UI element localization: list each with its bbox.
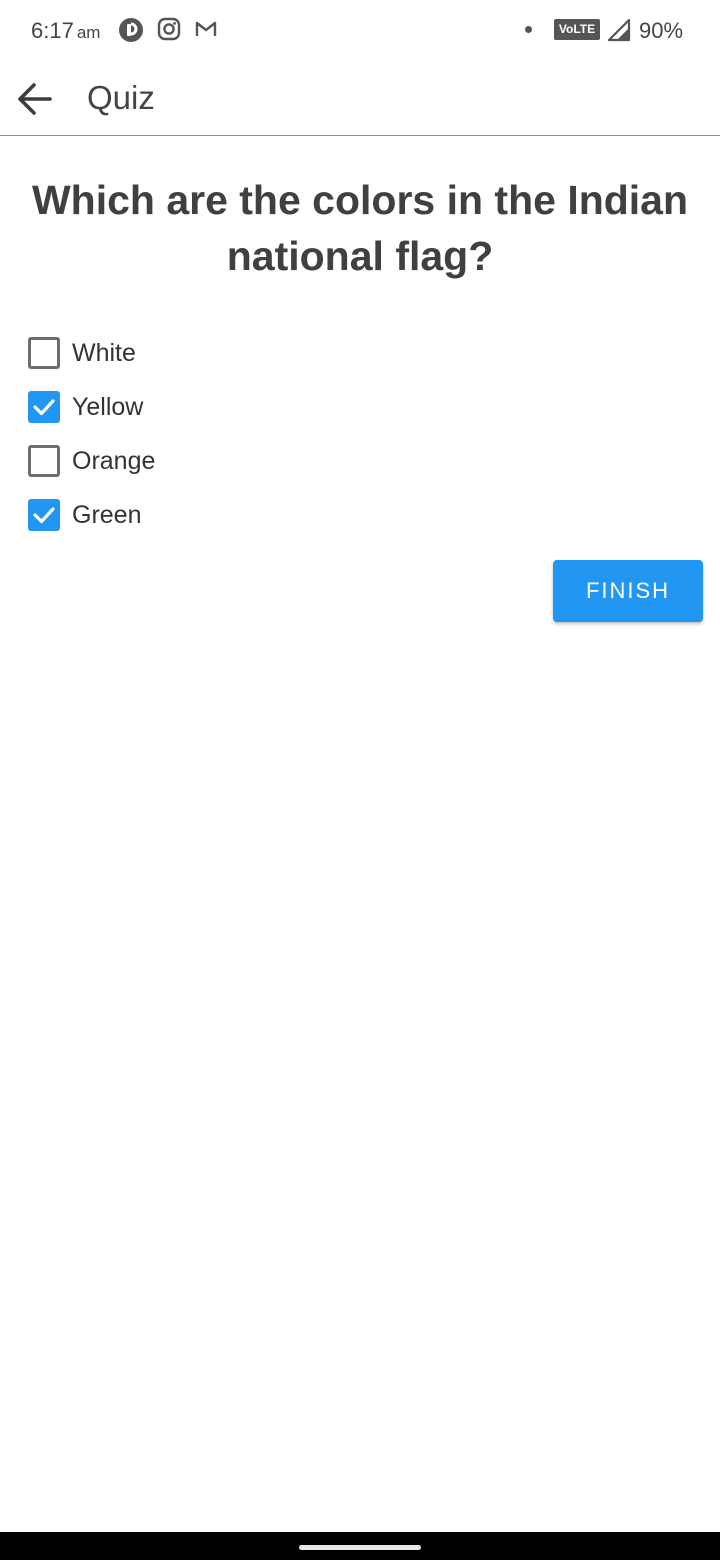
quiz-screen: 6:17 am VoLTE 90% Quiz Which are the col… (0, 0, 720, 1560)
question-text: Which are the colors in the Indian natio… (31, 177, 689, 279)
battery-percentage: 90% (639, 18, 684, 43)
option-orange[interactable]: Orange (28, 434, 155, 488)
option-label: Yellow (72, 392, 144, 421)
option-yellow[interactable]: Yellow (28, 380, 155, 434)
option-label: Green (72, 500, 142, 529)
page-title: Quiz (87, 79, 155, 116)
back-arrow-icon (18, 83, 52, 115)
instagram-icon (157, 17, 181, 46)
status-time-value: 6:17 (31, 18, 74, 43)
back-button[interactable] (14, 78, 56, 120)
status-time: 6:17 am (31, 18, 100, 44)
checkbox-unchecked-icon[interactable] (28, 445, 60, 477)
gmail-icon (194, 17, 218, 46)
navigation-bar (0, 1532, 720, 1560)
option-white[interactable]: White (28, 326, 155, 380)
app-notification-icon (118, 17, 144, 48)
checkbox-checked-icon[interactable] (28, 499, 60, 531)
app-bar: Quiz (0, 62, 720, 136)
status-bar: 6:17 am VoLTE 90% (0, 0, 720, 62)
checkbox-checked-icon[interactable] (28, 391, 60, 423)
option-label: White (72, 338, 136, 367)
options-list: White Yellow Orange Green (28, 326, 155, 542)
status-time-ampm: am (76, 23, 101, 42)
checkbox-unchecked-icon[interactable] (28, 337, 60, 369)
signal-icon (607, 18, 631, 47)
volte-badge: VoLTE (554, 19, 600, 40)
finish-button[interactable]: FINISH (553, 560, 703, 622)
home-gesture-bar[interactable] (299, 1545, 421, 1550)
option-label: Orange (72, 446, 156, 475)
notification-dot-icon (525, 26, 532, 33)
option-green[interactable]: Green (28, 488, 155, 542)
